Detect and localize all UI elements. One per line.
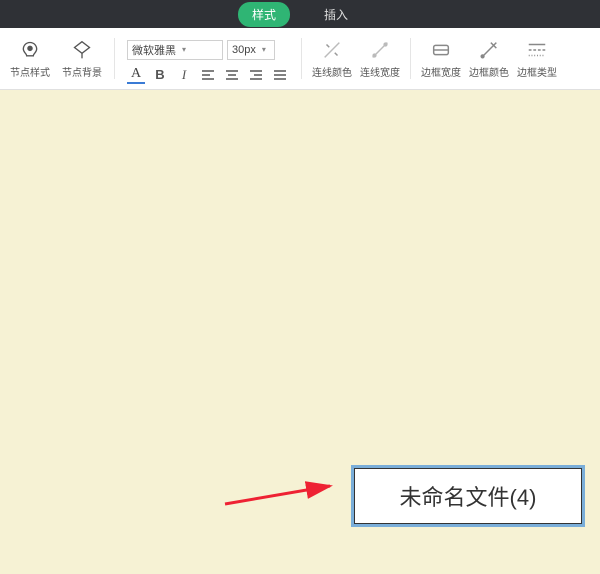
bold-button[interactable]: B bbox=[151, 66, 169, 84]
tab-style[interactable]: 样式 bbox=[238, 2, 290, 27]
font-size-value: 30px bbox=[232, 44, 256, 56]
border-color-button[interactable]: 边框颜色 bbox=[465, 28, 513, 89]
chevron-down-icon: ▾ bbox=[262, 45, 266, 54]
line-width-icon bbox=[368, 38, 392, 62]
node-bg-icon bbox=[70, 38, 94, 62]
align-center-button[interactable] bbox=[223, 66, 241, 84]
line-width-button[interactable]: 连线宽度 bbox=[356, 28, 404, 89]
align-justify-button[interactable] bbox=[271, 66, 289, 84]
font-name-value: 微软雅黑 bbox=[132, 42, 176, 58]
font-format-group: 微软雅黑 ▾ 30px ▾ A B I bbox=[121, 28, 295, 89]
border-width-label: 边框宽度 bbox=[421, 64, 461, 79]
border-type-icon bbox=[525, 38, 549, 62]
border-color-icon bbox=[477, 38, 501, 62]
align-left-button[interactable] bbox=[199, 66, 217, 84]
font-name-select[interactable]: 微软雅黑 ▾ bbox=[127, 40, 223, 60]
mindmap-root-node[interactable]: 未命名文件(4) bbox=[354, 468, 582, 524]
chevron-down-icon: ▾ bbox=[182, 45, 186, 54]
border-color-label: 边框颜色 bbox=[469, 64, 509, 79]
border-width-button[interactable]: 边框宽度 bbox=[417, 28, 465, 89]
toolbar: 节点样式 节点背景 微软雅黑 ▾ 30px ▾ A B I bbox=[0, 28, 600, 90]
node-style-label: 节点样式 bbox=[10, 64, 50, 79]
italic-button[interactable]: I bbox=[175, 66, 193, 84]
align-right-button[interactable] bbox=[247, 66, 265, 84]
border-width-icon bbox=[429, 38, 453, 62]
arrow-annotation bbox=[220, 474, 340, 514]
node-bg-label: 节点背景 bbox=[62, 64, 102, 79]
line-width-label: 连线宽度 bbox=[360, 64, 400, 79]
border-type-label: 边框类型 bbox=[517, 64, 557, 79]
font-size-select[interactable]: 30px ▾ bbox=[227, 40, 275, 60]
tab-insert[interactable]: 插入 bbox=[310, 2, 362, 27]
line-color-button[interactable]: 连线颜色 bbox=[308, 28, 356, 89]
node-text: 未命名文件(4) bbox=[400, 480, 537, 512]
line-color-label: 连线颜色 bbox=[312, 64, 352, 79]
node-style-icon bbox=[18, 38, 42, 62]
canvas-area[interactable]: 未命名文件(4) bbox=[0, 90, 600, 574]
top-tab-bar: 样式 插入 bbox=[0, 0, 600, 28]
divider bbox=[301, 38, 302, 79]
node-bg-button[interactable]: 节点背景 bbox=[56, 28, 108, 89]
divider bbox=[114, 38, 115, 79]
font-color-button[interactable]: A bbox=[127, 66, 145, 84]
border-type-button[interactable]: 边框类型 bbox=[513, 28, 561, 89]
line-color-icon bbox=[320, 38, 344, 62]
divider bbox=[410, 38, 411, 79]
node-style-button[interactable]: 节点样式 bbox=[4, 28, 56, 89]
